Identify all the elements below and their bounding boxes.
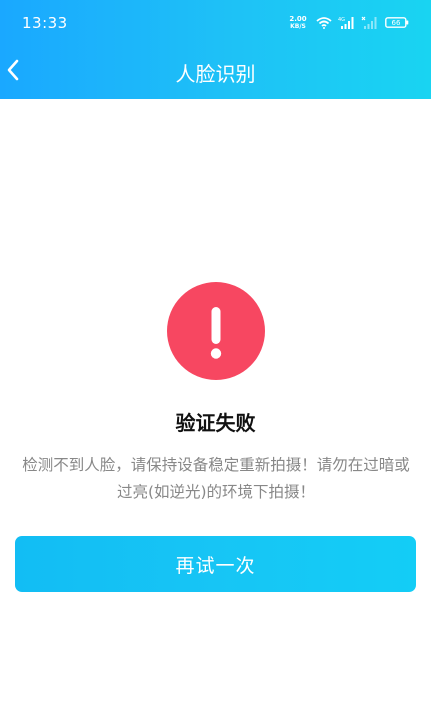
- nav-bar: 人脸识别: [0, 40, 431, 99]
- status-time: 13:33: [22, 14, 68, 32]
- signal-icon: 4G: [338, 17, 354, 29]
- signal-icon: [361, 16, 377, 29]
- page-title: 人脸识别: [175, 62, 256, 86]
- net-speed-unit: KB/S: [290, 23, 306, 30]
- app-header: 13:33 2.00 KB/S 4G 66 人脸识别: [0, 0, 431, 99]
- wifi-icon: [316, 17, 332, 29]
- exclamation-icon: [210, 307, 222, 359]
- result-title: 验证失败: [175, 411, 256, 435]
- net-speed: 2.00 KB/S: [287, 15, 309, 31]
- status-bar: 13:33 2.00 KB/S 4G 66: [0, 0, 431, 40]
- net-speed-value: 2.00: [289, 15, 307, 23]
- retry-button[interactable]: 再试一次: [15, 536, 416, 592]
- error-status-badge: [167, 282, 265, 380]
- retry-button-label: 再试一次: [175, 554, 256, 577]
- battery-level: 66: [391, 19, 401, 27]
- result-description: 检测不到人脸，请保持设备稳定重新拍摄！请勿在过暗或过亮(如逆光)的环境下拍摄！: [22, 456, 410, 501]
- signal-4g-label: 4G: [338, 17, 345, 23]
